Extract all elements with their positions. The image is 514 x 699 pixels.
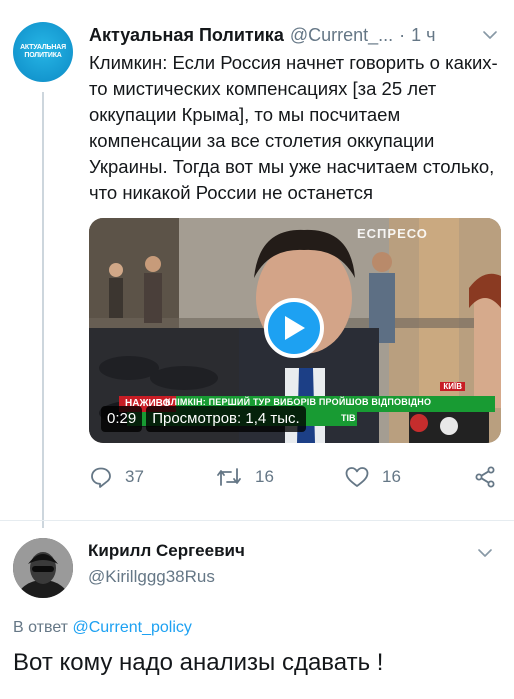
reply-text: Вот кому надо анализы сдавать ! bbox=[13, 649, 384, 676]
retweet-count: 16 bbox=[255, 467, 274, 486]
avatar-logo-line-2: ПОЛИТИКА bbox=[24, 52, 62, 59]
tweet-timestamp[interactable]: 1 ч bbox=[411, 25, 435, 46]
avatar-photo bbox=[13, 538, 73, 598]
retweet-action[interactable]: 16 bbox=[215, 462, 274, 492]
thread-connector-line bbox=[42, 92, 44, 528]
tweet-actions: 37 16 16 bbox=[89, 462, 509, 492]
reply-author-name[interactable]: Кирилл Сергеевич bbox=[88, 541, 245, 561]
like-action[interactable]: 16 bbox=[344, 462, 401, 492]
video-duration: 0:29 bbox=[101, 406, 143, 432]
video-meta: 0:29 Просмотров: 1,4 тыс. bbox=[101, 406, 306, 432]
share-icon bbox=[475, 466, 495, 488]
reply-icon bbox=[91, 467, 111, 488]
tweet-text: Климкин: Если Россия начнет говорить о к… bbox=[89, 52, 498, 203]
chevron-down-icon[interactable] bbox=[476, 544, 494, 562]
video-views: Просмотров: 1,4 тыс. bbox=[146, 406, 306, 432]
city-label: КИЇВ bbox=[440, 382, 465, 391]
reply-tweet[interactable]: Кирилл Сергеевич @Kirillggg38Rus В ответ… bbox=[0, 521, 514, 699]
reply-author-avatar[interactable] bbox=[13, 538, 73, 598]
reply-count: 37 bbox=[125, 467, 144, 486]
news-ticker-text-2: ТІВ bbox=[341, 413, 356, 423]
play-icon[interactable] bbox=[264, 298, 324, 358]
reply-prefix: В ответ bbox=[13, 619, 69, 636]
tweet[interactable]: АКТУАЛЬНАЯ ПОЛИТИКА Актуальная Политика … bbox=[0, 0, 514, 528]
video-player[interactable]: ЕСПРЕСО КИЇВ НАЖИВО КЛІМКІН: ПЕРШИЙ ТУР … bbox=[89, 218, 501, 443]
author-avatar[interactable]: АКТУАЛЬНАЯ ПОЛИТИКА bbox=[13, 22, 73, 82]
reply-action[interactable]: 37 bbox=[89, 462, 144, 492]
reply-author-handle[interactable]: @Kirillggg38Rus bbox=[88, 567, 215, 587]
author-handle[interactable]: @Current_... bbox=[290, 25, 393, 46]
avatar-logo-line-1: АКТУАЛЬНАЯ bbox=[20, 44, 66, 51]
retweet-icon bbox=[217, 468, 241, 486]
replying-to: В ответ @Current_policy bbox=[13, 619, 192, 637]
share-action[interactable] bbox=[473, 462, 497, 492]
like-count: 16 bbox=[382, 467, 401, 486]
author-name[interactable]: Актуальная Политика bbox=[89, 25, 284, 46]
separator-dot: · bbox=[399, 24, 406, 45]
reply-mention-link[interactable]: @Current_policy bbox=[72, 619, 191, 636]
heart-icon bbox=[345, 467, 369, 487]
tweet-header: Актуальная Политика @Current_... · 1 ч bbox=[89, 22, 509, 48]
play-triangle-icon bbox=[285, 316, 305, 340]
channel-logo: ЕСПРЕСО bbox=[357, 226, 428, 241]
chevron-down-icon[interactable] bbox=[481, 26, 499, 44]
